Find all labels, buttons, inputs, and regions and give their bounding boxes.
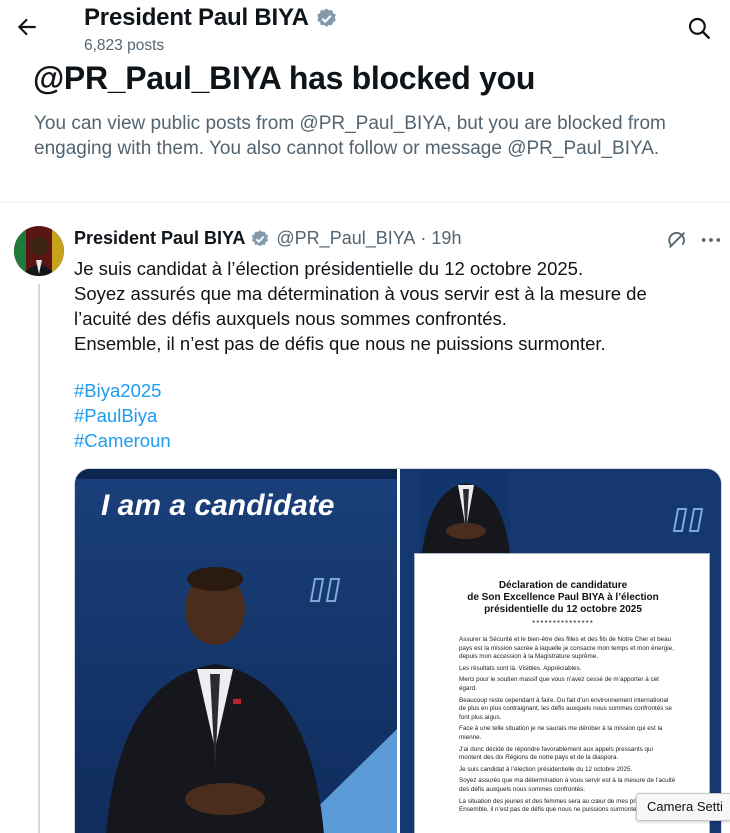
- verified-badge-icon: [316, 7, 336, 27]
- camera-settings-tooltip: Camera Setti: [636, 793, 730, 821]
- section-divider: [0, 202, 730, 203]
- doc-paragraph: Beaucoup reste cependant à faire. Du fai…: [459, 696, 672, 721]
- avatar[interactable]: [14, 226, 64, 276]
- doc-title-line: de Son Excellence Paul BIYA à l’élection: [467, 592, 659, 603]
- doc-paragraph: Soyez assurés que ma détermination à vou…: [459, 777, 676, 793]
- tweet-text-line: Ensemble, il n’est pas de défis que nous…: [74, 333, 606, 354]
- tweet-text-line: l’acuité des défis auxquels nous sommes …: [74, 308, 507, 329]
- blocked-description: You can view public posts from @PR_Paul_…: [34, 113, 666, 159]
- hashtag-link[interactable]: #PaulBiya: [74, 403, 171, 428]
- tweet-text-line: Je suis candidat à l’élection présidenti…: [74, 258, 584, 279]
- tweet-media[interactable]: I am a candidate Déclaration de candidat…: [74, 468, 722, 833]
- verified-badge-icon: [252, 229, 269, 246]
- doc-paragraph: J’ai donc décidé de répondre favorableme…: [459, 745, 653, 762]
- profile-name: President Paul BIYA: [84, 4, 309, 31]
- doc-title-line: Déclaration de candidature: [498, 580, 628, 591]
- doc-paragraph: Je suis candidat à l’élection présidenti…: [459, 765, 633, 773]
- grok-icon: [668, 232, 685, 248]
- back-button[interactable]: [14, 14, 40, 40]
- media-image-right[interactable]: Déclaration de candidature de Son Excell…: [400, 469, 721, 833]
- media-image-left[interactable]: I am a candidate: [75, 469, 397, 833]
- tweet-separator: ·: [420, 228, 427, 248]
- poster-heading: I am a candidate: [101, 489, 335, 522]
- blocked-title: @PR_Paul_BIYA has blocked you: [33, 60, 536, 96]
- profile-header-name: President Paul BIYA: [84, 4, 338, 32]
- thread-line: [38, 284, 40, 833]
- tweet-timestamp[interactable]: 19h: [431, 228, 461, 249]
- grok-button[interactable]: [666, 229, 688, 251]
- avatar-image: [14, 226, 64, 276]
- profile-topbar: President Paul BIYA 6,823 posts: [0, 0, 730, 58]
- tweet-handle[interactable]: @PR_Paul_BIYA: [276, 228, 415, 249]
- tweet-author-name[interactable]: President Paul BIYA: [74, 228, 245, 249]
- doc-paragraph: Face à une telle situation je ne saurais…: [459, 725, 663, 741]
- search-button[interactable]: [686, 15, 712, 41]
- tweet-hashtags: #Biya2025 #PaulBiya #Cameroun: [74, 378, 171, 453]
- tweet-text: Je suis candidat à l’élection présidenti…: [74, 256, 714, 356]
- doc-stars: ***************: [532, 619, 594, 628]
- arrow-left-icon: [17, 18, 36, 36]
- tweet-text-line: Soyez assurés que ma détermination à vou…: [74, 283, 647, 304]
- hashtag-link[interactable]: #Cameroun: [74, 428, 171, 453]
- doc-title-line: présidentielle du 12 octobre 2025: [484, 604, 642, 615]
- doc-paragraph: Merci pour le soutien massif que vous n’…: [459, 676, 659, 692]
- posts-count: 6,823 posts: [84, 37, 165, 54]
- poster-graphic: [75, 469, 397, 833]
- hashtag-link[interactable]: #Biya2025: [74, 378, 171, 403]
- tweet-header: President Paul BIYA @PR_Paul_BIYA · 19h: [74, 228, 461, 249]
- declaration-document: Déclaration de candidature de Son Excell…: [414, 553, 710, 833]
- doc-paragraph: Les résultats sont là. Visibles. Appréci…: [459, 664, 582, 672]
- search-icon: [688, 17, 710, 39]
- doc-paragraph: Assurer la Sécurité et le bien-être des …: [459, 636, 674, 661]
- more-button[interactable]: [700, 229, 722, 251]
- doc-body: Assurer la Sécurité et le bien-être des …: [459, 636, 677, 818]
- doc-title: Déclaration de candidature de Son Excell…: [415, 580, 711, 616]
- more-icon: [701, 238, 721, 242]
